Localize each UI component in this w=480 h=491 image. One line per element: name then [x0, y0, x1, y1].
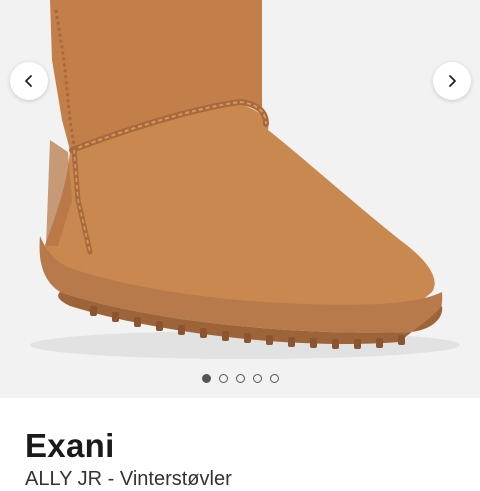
next-image-button[interactable] — [433, 62, 471, 100]
pagination-dot[interactable] — [218, 374, 228, 383]
pagination-dot[interactable] — [269, 374, 279, 383]
product-image-gallery[interactable] — [0, 0, 480, 398]
product-brand: Exani — [25, 427, 115, 464]
product-image — [30, 0, 460, 359]
previous-image-button[interactable] — [10, 62, 48, 100]
pagination-dot[interactable] — [252, 374, 262, 383]
pagination-dot[interactable] — [235, 374, 245, 383]
pagination-dot[interactable] — [201, 374, 211, 383]
gallery-pagination — [0, 374, 480, 383]
chevron-right-icon — [449, 75, 456, 87]
chevron-left-icon — [25, 75, 32, 87]
